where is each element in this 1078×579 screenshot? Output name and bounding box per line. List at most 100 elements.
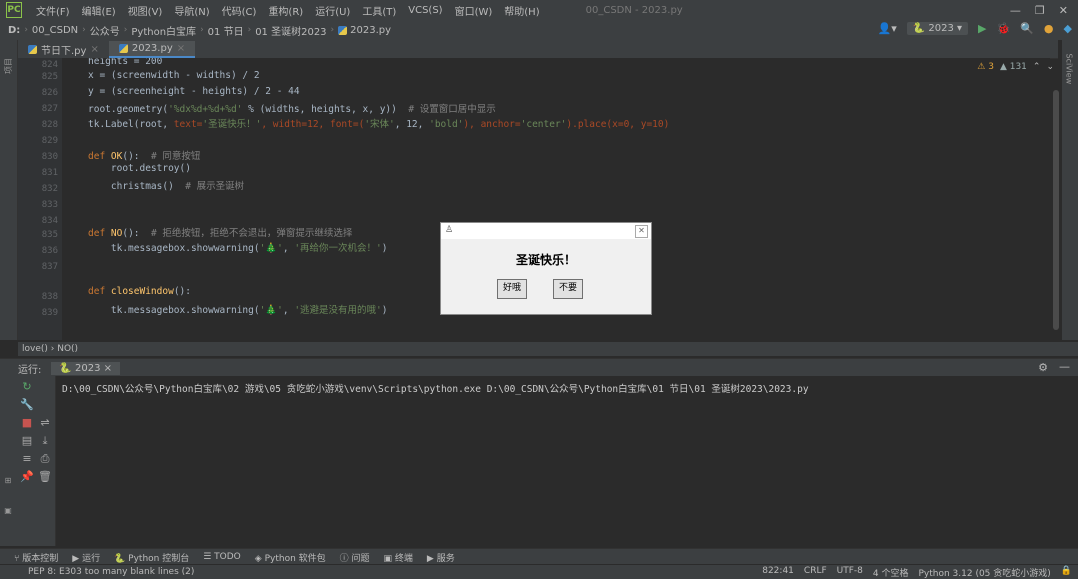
menu-help[interactable]: 帮助(H) [498, 3, 545, 18]
tab-label: 终端 [394, 553, 413, 564]
rerun-icon[interactable]: ↻ [19, 380, 35, 393]
run-console[interactable]: D:\00_CSDN\公众号\Python白宝库\02 游戏\05 贪吃蛇小游戏… [56, 376, 1078, 546]
project-tool-label[interactable]: 项目 [3, 57, 14, 74]
dialog-close-button[interactable]: ✕ [635, 225, 648, 238]
sciview-tool-label[interactable]: SciView [1065, 54, 1074, 85]
tab-todo[interactable]: ☰ TODO [203, 552, 241, 562]
tab-label: 服务 [436, 553, 455, 564]
line-number: 827 [41, 104, 58, 114]
tab-label: 问题 [351, 553, 370, 564]
christmas-dialog: ♙ ✕ 圣诞快乐！ 好哦 不要 [440, 222, 652, 315]
user-icon[interactable]: 👤▾ [878, 22, 897, 35]
tab-python-packages[interactable]: ◈ Python 软件包 [255, 551, 326, 564]
menu-view[interactable]: 视图(V) [122, 3, 169, 18]
play-icon[interactable]: ▶ [978, 22, 986, 35]
pycharm-logo-icon: PC [6, 2, 22, 18]
tab-terminal[interactable]: ▣ 终端 [384, 551, 413, 564]
scroll-end-icon[interactable]: ⤓ [37, 434, 53, 448]
no-button[interactable]: 不要 [553, 279, 583, 299]
indent-setting[interactable]: 4 个空格 [873, 566, 909, 579]
tab-label: TODO [214, 552, 241, 562]
hide-panel-icon[interactable]: — [1059, 360, 1070, 373]
menu-window[interactable]: 窗口(W) [449, 3, 499, 18]
trash-icon[interactable]: 🗑 [37, 470, 53, 483]
stop-icon[interactable]: ■ [19, 416, 35, 429]
menu-navigate[interactable]: 导航(N) [168, 3, 215, 18]
tab-services[interactable]: ▶ 服务 [427, 551, 455, 564]
python-file-icon [118, 44, 128, 53]
tab-version-control[interactable]: ⑂ 版本控制 [14, 551, 58, 564]
ok-button[interactable]: 好哦 [497, 279, 527, 299]
menu-run[interactable]: 运行(U) [309, 3, 356, 18]
close-tab-icon[interactable]: × [90, 44, 98, 55]
interpreter-selector[interactable]: Python 3.12 (05 贪吃蛇小游戏) [918, 566, 1050, 579]
nav-crumb-folder1[interactable]: 公众号 [90, 23, 120, 38]
line-number: 828 [41, 120, 58, 130]
code-line: def NO(): # 拒绝按钮，拒绝不会退出，弹窗提示继续选择 [88, 228, 353, 239]
plugin-icon[interactable]: ◆ [1064, 22, 1072, 35]
code-line: tk.Label(root, text='圣诞快乐！', width=12, f… [88, 119, 670, 130]
dialog-titlebar: ♙ ✕ [441, 223, 651, 239]
nav-crumb-folder2[interactable]: Python白宝库 [131, 23, 196, 38]
code-line: def OK(): # 同意按钮 [88, 151, 201, 162]
inspection-widget[interactable]: ⚠ 3 ▲ 131 ⌃ ⌄ [977, 62, 1054, 72]
editor-breadcrumb[interactable]: love() › NO() [18, 342, 1078, 356]
wrench-icon[interactable]: 🔧 [19, 398, 35, 411]
soft-wrap-icon[interactable]: ⇌ [37, 416, 53, 429]
close-window-button[interactable]: ✕ [1059, 4, 1068, 17]
tab-label: 节日下.py [41, 46, 87, 57]
menu-file[interactable]: 文件(F) [30, 3, 76, 18]
run-tab[interactable]: 🐍 2023 × [51, 361, 121, 375]
minimize-button[interactable]: — [1010, 4, 1021, 17]
menu-refactor[interactable]: 重构(R) [262, 3, 309, 18]
structure-icon[interactable]: ⊞ [0, 476, 16, 485]
code-line: def closeWindow(): [88, 286, 191, 297]
run-side-strip: ⊞ ▣ [0, 376, 17, 546]
tab-python-console[interactable]: 🐍 Python 控制台 [114, 551, 189, 564]
tab-label: 运行 [82, 553, 101, 564]
nav-crumb-file[interactable]: 2023.py [350, 25, 391, 36]
code-line: tk.messagebox.showwarning('🎄', '再给你一次机会！… [88, 243, 388, 254]
menu-bar: PC 文件(F) 编辑(E) 视图(V) 导航(N) 代码(C) 重构(R) 运… [0, 0, 1078, 21]
lock-icon[interactable]: 🔒 [1061, 566, 1072, 579]
layout-icon[interactable]: ▤ [19, 434, 35, 447]
line-number: 831 [41, 168, 58, 178]
menu-tools[interactable]: 工具(T) [356, 3, 402, 18]
tab-run[interactable]: ▶ 运行 [72, 551, 100, 564]
gear-icon[interactable]: ⚙ [1038, 361, 1048, 374]
right-tool-strip: SciView [1062, 40, 1078, 340]
pin-icon[interactable]: 📌 [19, 470, 35, 483]
left-tool-strip: 项目 [0, 40, 18, 340]
list-icon[interactable]: ≡ [19, 452, 35, 465]
menu-edit[interactable]: 编辑(E) [76, 3, 122, 18]
line-number: 832 [41, 184, 58, 194]
nav-crumb-drive[interactable]: D: [8, 25, 20, 36]
nav-crumb-root[interactable]: 00_CSDN [32, 25, 78, 36]
update-icon[interactable]: ● [1044, 22, 1054, 35]
tab-file-1[interactable]: 节日下.py × [18, 41, 109, 58]
tab-file-2[interactable]: 2023.py × [108, 41, 196, 58]
scrollbar-thumb[interactable] [1053, 90, 1059, 330]
menu-vcs[interactable]: VCS(S) [402, 5, 448, 16]
line-number: 833 [41, 200, 58, 210]
editor-scrollbar[interactable] [1052, 60, 1060, 338]
run-config-selector[interactable]: 🐍 2023 ▾ [906, 22, 969, 35]
nav-crumb-folder3[interactable]: 01 节日 [208, 23, 244, 38]
print-icon[interactable]: ⎙ [37, 452, 53, 466]
caret-position[interactable]: 822:41 [762, 566, 794, 579]
menu-code[interactable]: 代码(C) [216, 3, 263, 18]
search-icon[interactable]: 🔍 [1020, 22, 1034, 35]
code-line: root.geometry('%dx%d+%d+%d' % (widths, h… [88, 104, 496, 115]
line-number: 825 [41, 72, 58, 82]
prev-problem-icon[interactable]: ⌃ [1033, 62, 1041, 72]
bookmark-icon[interactable]: ▣ [0, 506, 16, 515]
weak-warning-count[interactable]: ▲ 131 [1000, 62, 1027, 72]
file-encoding[interactable]: UTF-8 [837, 566, 863, 579]
nav-crumb-folder4[interactable]: 01 圣诞树2023 [255, 23, 326, 38]
maximize-button[interactable]: ❐ [1035, 4, 1045, 17]
line-separator[interactable]: CRLF [804, 566, 827, 579]
warning-count[interactable]: ⚠ 3 [977, 62, 994, 72]
debug-icon[interactable]: 🐞 [997, 22, 1011, 35]
close-tab-icon[interactable]: × [177, 43, 185, 54]
tab-problems[interactable]: ⓘ 问题 [340, 551, 370, 564]
